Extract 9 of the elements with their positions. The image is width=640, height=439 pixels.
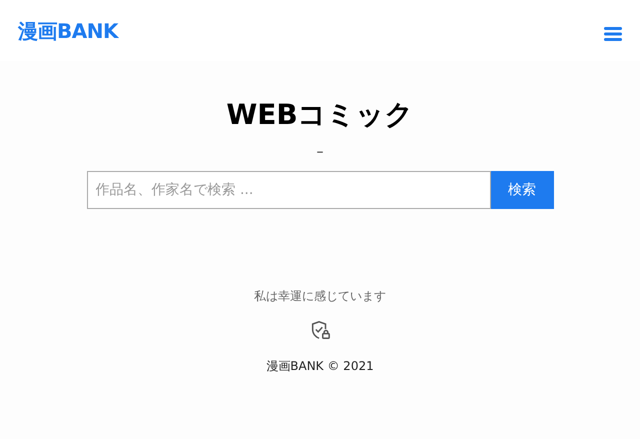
search-field[interactable]: 作品名、作家名で検索 ...: [86, 171, 490, 209]
site-logo[interactable]: 漫画BANK: [18, 16, 118, 46]
search-button[interactable]: 検索: [490, 171, 554, 209]
title-divider: –: [316, 143, 324, 162]
copyright-text: 漫画BANK © 2021: [266, 358, 374, 375]
shield-lock-icon: [309, 319, 331, 341]
page-title: WEBコミック: [226, 97, 414, 132]
menu-icon[interactable]: [604, 26, 622, 40]
lucky-link[interactable]: 私は幸運に感じています: [254, 287, 386, 305]
